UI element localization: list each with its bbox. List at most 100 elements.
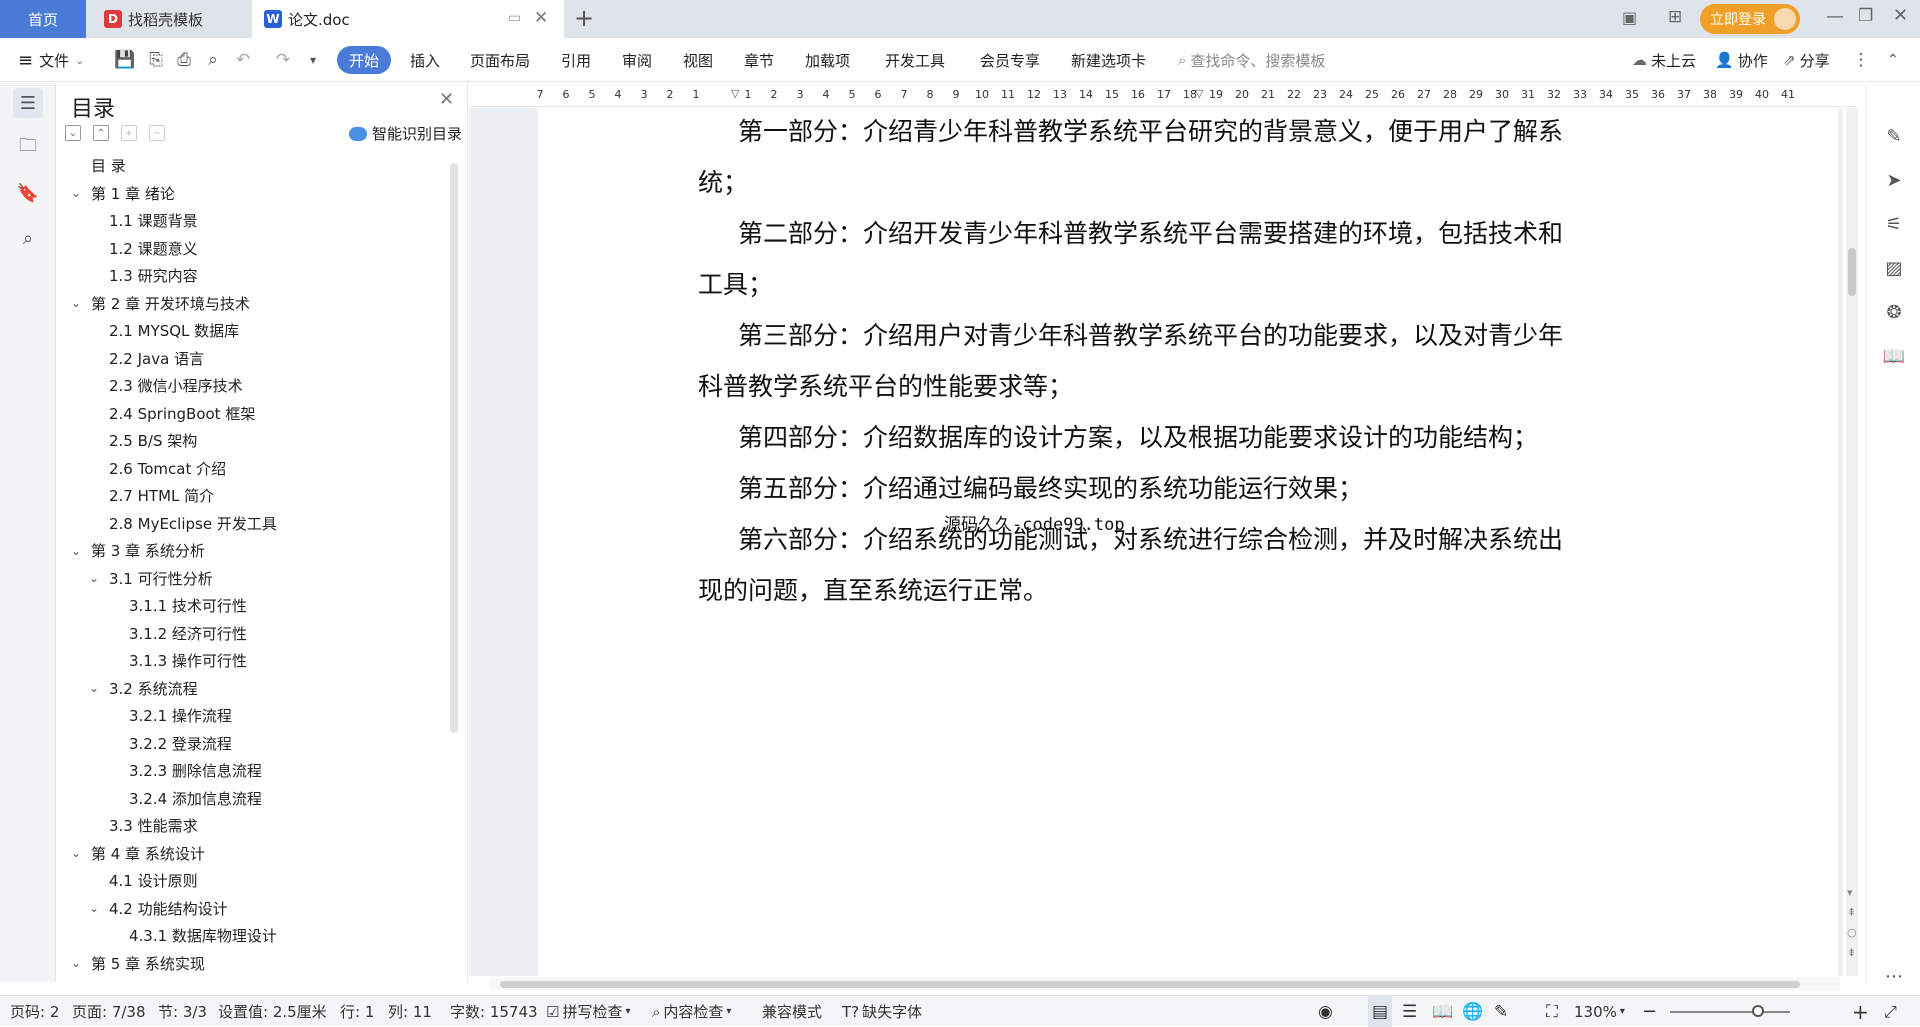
toc-item[interactable]: 1.1 课题背景 [109, 207, 198, 234]
toc-item[interactable]: ⌄ 第 2 章 开发环境与技术 [71, 290, 250, 317]
prev-page-icon[interactable]: ⇞ [1847, 906, 1856, 919]
toc-item[interactable]: 3.2.2 登录流程 [129, 730, 232, 757]
menu-start[interactable]: 开始 [337, 46, 391, 74]
toc-item[interactable]: 2.8 MyEclipse 开发工具 [109, 510, 277, 537]
zoom-slider-handle[interactable] [1752, 1005, 1764, 1017]
outline-view-icon[interactable]: ☰ [1402, 996, 1417, 1027]
export-pdf-icon[interactable]: ⎘ [145, 49, 167, 71]
toc-item[interactable]: 1.3 研究内容 [109, 262, 198, 289]
document-page[interactable]: 第一部分：介绍青少年科普教学系统平台研究的背景意义，便于用户了解系 统； 第二部分：… [538, 108, 1838, 976]
undo-icon[interactable]: ↶ [232, 49, 254, 71]
restore-icon[interactable]: ❐ [1858, 6, 1873, 26]
reader-icon[interactable]: 📖 [1881, 343, 1907, 369]
close-tab-icon[interactable]: ✕ [534, 8, 548, 28]
menu-insert[interactable]: 插入 [410, 38, 440, 82]
cursor-icon[interactable]: ➤ [1881, 167, 1907, 193]
save-icon[interactable]: 💾 [114, 49, 136, 71]
toc-item[interactable]: ⌄ 第 5 章 系统实现 [71, 950, 205, 977]
close-window-icon[interactable]: ✕ [1893, 5, 1908, 26]
spell-check-button[interactable]: ☑ 拼写检查 ▾ [546, 996, 631, 1027]
bookmark-icon[interactable]: 🔖 [13, 178, 43, 208]
hanging-indent-marker-icon[interactable]: ▽ [1195, 87, 1203, 100]
status-word-count[interactable]: 字数: 15743 [450, 996, 538, 1027]
toc-item[interactable]: 2.1 MYSQL 数据库 [109, 317, 239, 344]
toc-item[interactable]: 2.6 Tomcat 介绍 [109, 455, 226, 482]
toc-item[interactable]: 2.2 Java 语言 [109, 345, 204, 372]
zoom-slider[interactable] [1670, 1011, 1790, 1013]
menu-page-layout[interactable]: 页面布局 [470, 38, 530, 82]
more-vertical-icon[interactable]: ⋮ [1850, 49, 1872, 71]
minimize-icon[interactable]: — [1826, 6, 1844, 27]
menu-chapter[interactable]: 章节 [744, 38, 774, 82]
menu-references[interactable]: 引用 [561, 38, 591, 82]
toc-item[interactable]: 3.1.3 操作可行性 [129, 647, 247, 674]
layout-icon[interactable]: ▣ [1622, 8, 1637, 27]
toc-item[interactable]: ⌄ 第 1 章 绪论 [71, 180, 175, 207]
zoom-out-icon[interactable]: − [1642, 996, 1657, 1027]
toc-item[interactable]: ⌄ 3.2 系统流程 [89, 675, 198, 702]
toc-item[interactable]: 2.5 B/S 架构 [109, 427, 197, 454]
read-mode-icon[interactable]: 📖 [1432, 996, 1453, 1027]
horizontal-scrollbar[interactable] [490, 978, 1840, 990]
status-pages[interactable]: 页面: 7/38 [72, 996, 146, 1027]
toc-item[interactable]: ⌄ 第 3 章 系统分析 [71, 537, 205, 564]
tab-document[interactable]: W 论文.doc ▭ ✕ [252, 0, 564, 38]
ai-assistant-icon[interactable]: ❂ [1881, 299, 1907, 325]
first-indent-marker-icon[interactable]: ▽ [731, 87, 739, 100]
fit-page-icon[interactable]: ⛶ [1546, 996, 1558, 1027]
redo-icon[interactable]: ↷ [272, 49, 294, 71]
horizontal-scroll-thumb[interactable] [500, 981, 1800, 988]
status-page-number[interactable]: 页码: 2 [10, 996, 59, 1027]
menu-addins[interactable]: 加载项 [805, 38, 850, 82]
more-icon[interactable]: ⋯ [1881, 963, 1907, 989]
missing-font-button[interactable]: T? 缺失字体 [842, 996, 922, 1027]
toc-item[interactable]: 3.2.3 删除信息流程 [129, 757, 262, 784]
image-tool-icon[interactable]: ▨ [1881, 255, 1907, 281]
toc-item[interactable]: 2.7 HTML 简介 [109, 482, 214, 509]
toc-item[interactable]: 3.1.2 经济可行性 [129, 620, 247, 647]
toc-item[interactable]: 3.2.1 操作流程 [129, 702, 232, 729]
add-item-icon[interactable]: + [121, 125, 137, 141]
collab-button[interactable]: 👤 协作 [1715, 38, 1768, 82]
eye-protection-icon[interactable]: ◉ [1318, 996, 1333, 1027]
toc-item[interactable]: ⌄ 第 4 章 系统设计 [71, 840, 205, 867]
vertical-scrollbar[interactable] [1846, 108, 1858, 976]
menu-new-tab[interactable]: 新建选项卡 [1071, 38, 1146, 82]
toc-item[interactable]: ⌄ 4.2 功能结构设计 [89, 895, 228, 922]
expand-chevron-icon[interactable]: ⌄ [89, 681, 105, 695]
toc-item[interactable]: 4.3.1 数据库物理设计 [129, 922, 277, 949]
menu-review[interactable]: 审阅 [622, 38, 652, 82]
toc-item[interactable]: 4.1 设计原则 [109, 867, 198, 894]
web-view-icon[interactable]: 🌐 [1462, 996, 1483, 1027]
expand-chevron-icon[interactable]: ⌄ [71, 296, 87, 310]
section-icon[interactable]: 🗀 [13, 133, 43, 163]
menu-developer[interactable]: 开发工具 [885, 38, 945, 82]
toc-item[interactable]: 3.2.4 添加信息流程 [129, 785, 262, 812]
menu-member[interactable]: 会员专享 [980, 38, 1040, 82]
status-row[interactable]: 行: 1 [340, 996, 374, 1027]
close-icon[interactable]: ✕ [439, 89, 454, 110]
pen-icon[interactable]: ✎ [1881, 123, 1907, 149]
collapse-all-icon[interactable]: ⌃ [93, 125, 109, 141]
content-check-button[interactable]: ⌕ 内容检查 ▾ [652, 996, 731, 1027]
login-button[interactable]: 立即登录 [1700, 4, 1800, 34]
print-icon[interactable]: ⎙ [173, 49, 195, 71]
expand-chevron-icon[interactable]: ⌄ [71, 544, 87, 558]
window-icon[interactable]: ▭ [508, 10, 521, 26]
smart-toc-button[interactable]: 智能识别目录 [349, 123, 462, 144]
apps-grid-icon[interactable]: ⊞ [1668, 7, 1682, 27]
select-browse-icon[interactable]: ○ [1847, 926, 1857, 939]
remove-item-icon[interactable]: − [149, 125, 165, 141]
vertical-scroll-thumb[interactable] [1848, 248, 1856, 296]
toc-item[interactable]: 目 录 [91, 152, 126, 179]
adjust-icon[interactable]: ⚟ [1881, 211, 1907, 237]
zoom-level[interactable]: 130% ▾ [1574, 996, 1625, 1027]
status-col[interactable]: 列: 11 [388, 996, 432, 1027]
next-page-icon[interactable]: ⇟ [1847, 946, 1856, 959]
expand-chevron-icon[interactable]: ⌄ [89, 571, 105, 585]
share-button[interactable]: ⇗ 分享 [1783, 38, 1830, 82]
command-search[interactable]: ⌕ 查找命令、搜索模板 [1178, 38, 1325, 82]
new-tab-icon[interactable]: + [574, 4, 594, 32]
print-preview-icon[interactable]: ⌕ [202, 49, 224, 71]
toc-item[interactable]: 3.1.1 技术可行性 [129, 592, 247, 619]
